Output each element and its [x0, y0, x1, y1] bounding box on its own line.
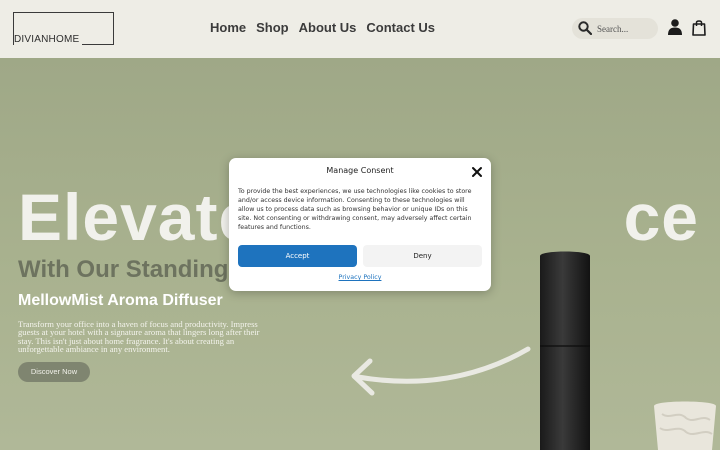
consent-modal: Manage Consent To provide the best exper…	[229, 158, 491, 291]
arrow-graphic	[351, 346, 531, 396]
modal-title: Manage Consent	[326, 166, 394, 175]
deny-button[interactable]: Deny	[363, 245, 482, 267]
cart-icon[interactable]	[692, 19, 706, 36]
hero-description: Transform your office into a haven of fo…	[18, 319, 260, 355]
nav-home[interactable]: Home	[210, 20, 246, 35]
nav-shop[interactable]: Shop	[256, 20, 289, 35]
consent-text: To provide the best experiences, we use …	[238, 188, 472, 231]
discover-now-button[interactable]: Discover Now	[18, 362, 90, 382]
diffuser-image	[540, 251, 590, 450]
product-name: MellowMist Aroma Diffuser	[18, 292, 223, 309]
search-icon[interactable]	[578, 21, 592, 35]
logo-text: DIVIANHOME	[14, 34, 83, 45]
candle-cup-image	[654, 401, 716, 450]
search-box[interactable]	[572, 18, 658, 39]
accept-button[interactable]: Accept	[238, 245, 357, 267]
nav-contact-us[interactable]: Contact Us	[366, 20, 435, 35]
search-input[interactable]	[597, 20, 653, 37]
nav-about-us[interactable]: About Us	[299, 20, 357, 35]
user-icon[interactable]	[668, 19, 682, 35]
site-header: DIVIANHOME Home Shop About Us Contact Us	[0, 0, 720, 58]
logo[interactable]: DIVIANHOME	[13, 12, 114, 45]
close-icon[interactable]	[471, 166, 483, 178]
main-nav: Home Shop About Us Contact Us	[210, 20, 435, 35]
privacy-policy-link[interactable]: Privacy Policy	[229, 274, 491, 281]
hero-subhead: With Our Standing	[18, 256, 229, 283]
